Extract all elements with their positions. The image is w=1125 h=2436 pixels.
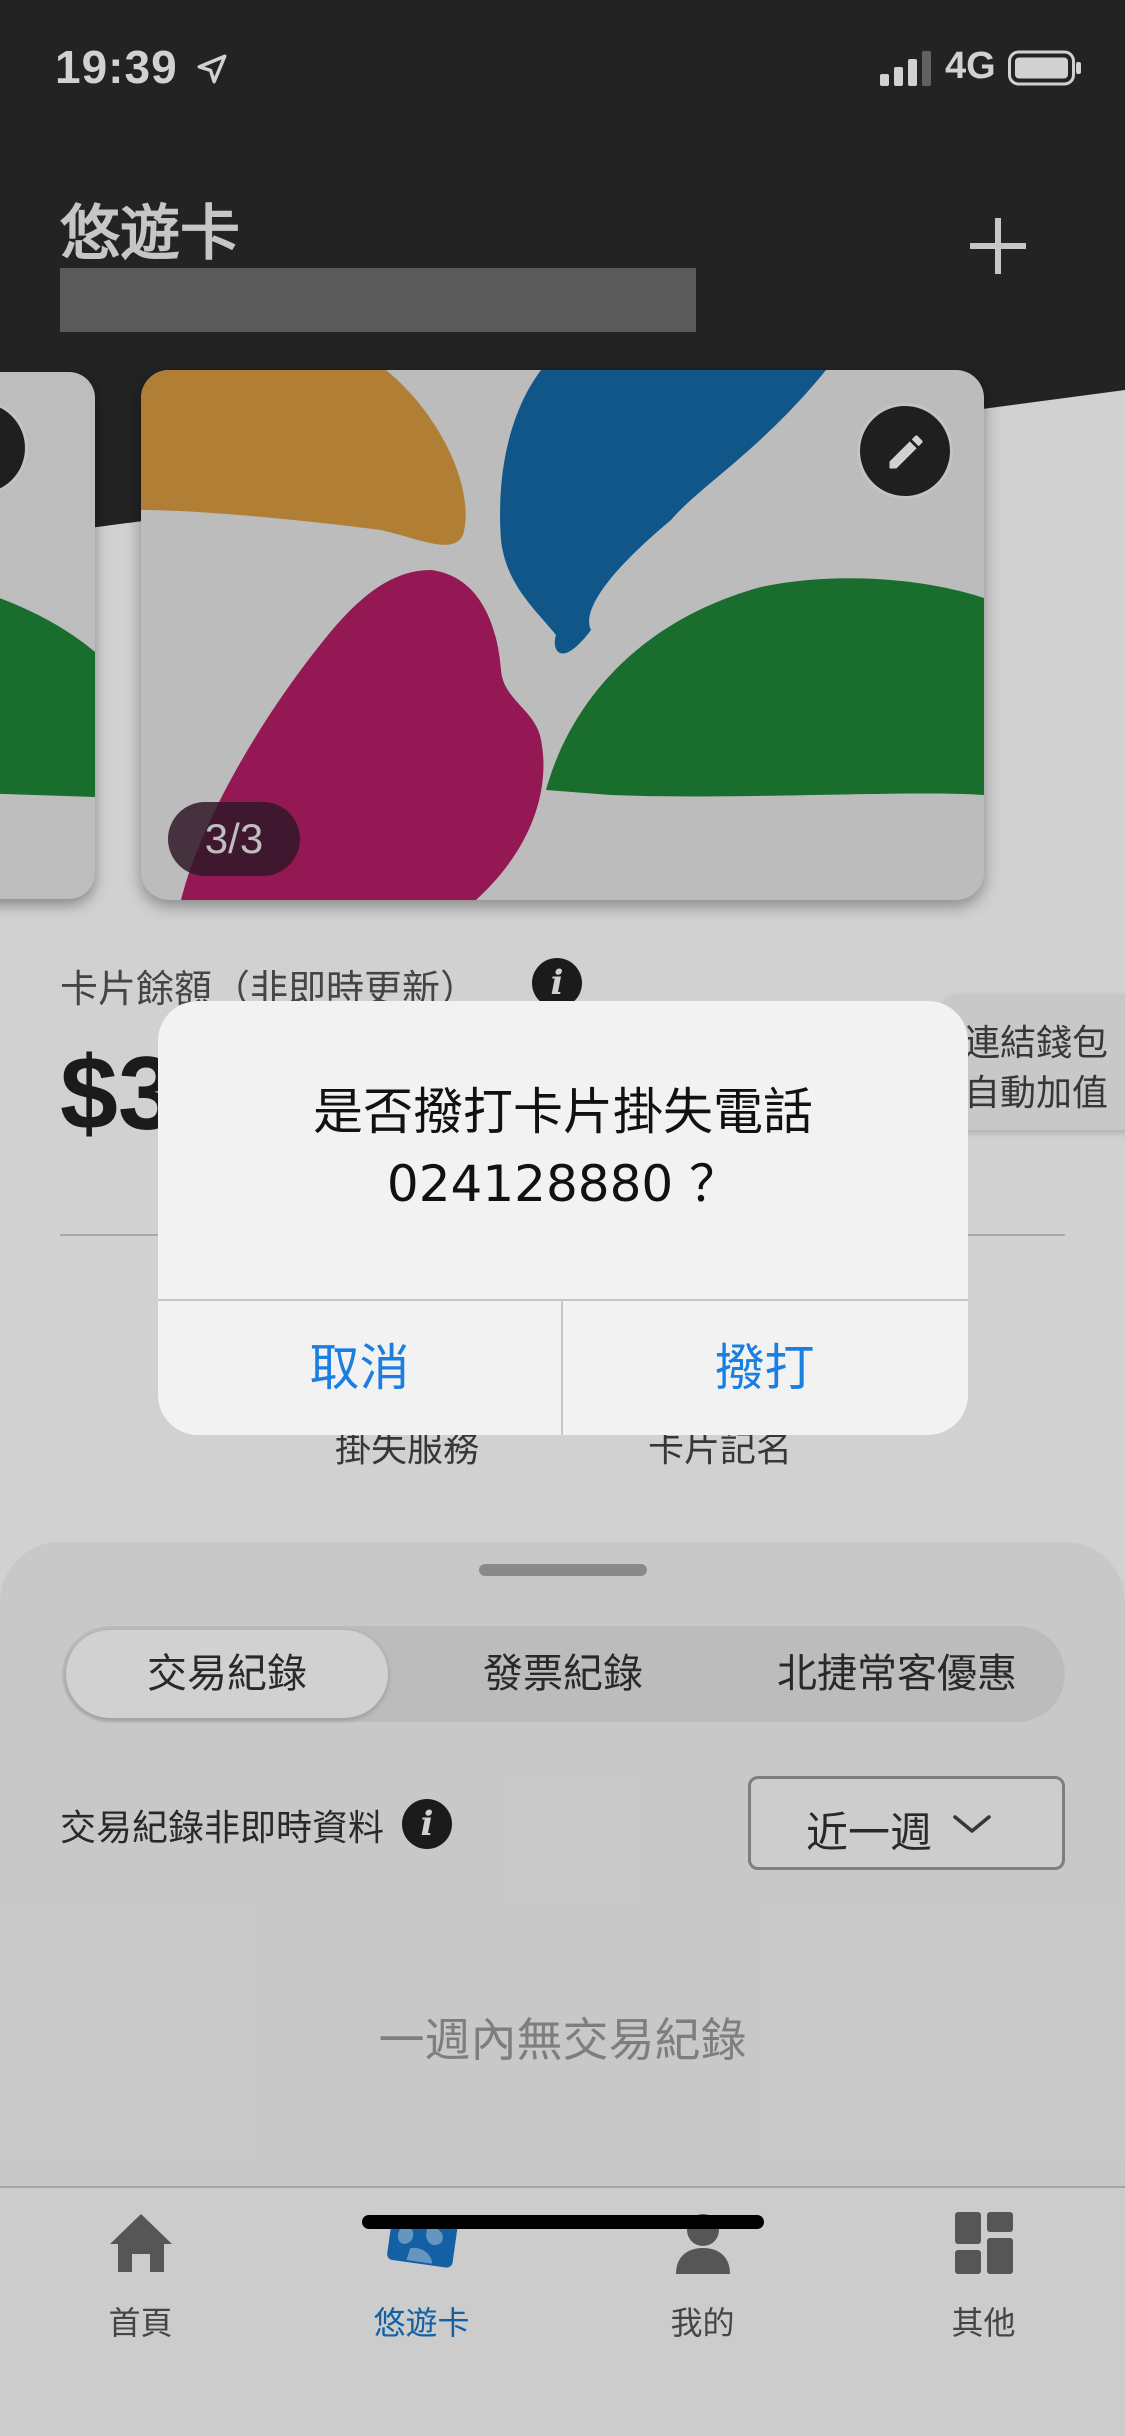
call-confirm-dialog: 是否撥打卡片掛失電話 024128880 ？ 取消 撥打 [158,1001,968,1435]
dialog-message: 是否撥打卡片掛失電話 024128880 ？ [158,1076,968,1220]
dialog-message-line2: 024128880 ？ [386,1155,740,1213]
cancel-button[interactable]: 取消 [158,1301,561,1435]
home-indicator [362,2215,764,2229]
dialog-message-line1: 是否撥打卡片掛失電話 [313,1083,813,1141]
app-screen: 19:39 4G 悠遊卡 3/3 卡片餘額（非即時更新） i $3 連結錢包 自… [0,0,1125,2436]
call-button[interactable]: 撥打 [563,1301,966,1435]
